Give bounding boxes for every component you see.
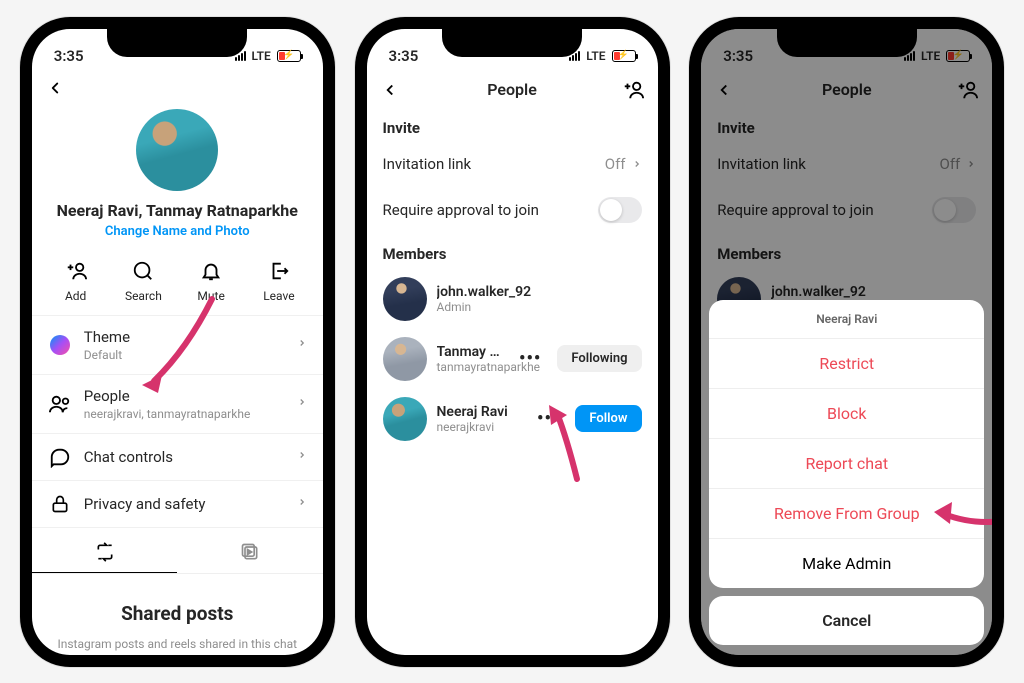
members-header: Members [367, 235, 658, 269]
search-icon [132, 259, 154, 283]
member-name: Tanmay Ratnapar... [437, 344, 503, 360]
chat-icon [48, 446, 72, 468]
invitation-link-row[interactable]: Invitation link Off [367, 143, 658, 185]
theme-title: Theme [84, 328, 285, 346]
media-icon [240, 542, 260, 562]
status-time: 3:35 [54, 47, 84, 65]
chevron-left-icon [381, 81, 399, 99]
empty-title: Shared posts [56, 602, 299, 625]
chat-controls-row[interactable]: Chat controls [32, 434, 323, 481]
phone-group-info: 3:35 LTE ⚡ Neeraj Ravi, Tanmay Ratnapark… [20, 17, 335, 667]
network-label: LTE [586, 49, 605, 63]
follow-button[interactable]: Follow [575, 405, 641, 432]
phone-people-list: 3:35 LTE ⚡ People Invite Invitation link… [355, 17, 670, 667]
network-label: LTE [252, 49, 271, 63]
avatar [383, 397, 427, 441]
member-row[interactable]: Neeraj Ravi neerajkravi ••• Follow [367, 389, 658, 449]
theme-row[interactable]: Theme Default [32, 316, 323, 375]
mute-button[interactable]: Mute [181, 259, 241, 303]
member-sub: neerajkravi [437, 420, 522, 434]
member-more-button[interactable]: ••• [531, 408, 565, 429]
status-time: 3:35 [389, 47, 419, 65]
chevron-left-icon [46, 79, 64, 97]
member-row[interactable]: john.walker_92 Admin [367, 269, 658, 329]
leave-label: Leave [263, 289, 294, 303]
chat-controls-title: Chat controls [84, 448, 285, 466]
invitation-link-label: Invitation link [383, 155, 472, 173]
action-sheet: Neeraj Ravi Restrict Block Report chat R… [709, 300, 984, 645]
people-icon [48, 393, 72, 415]
following-button[interactable]: Following [557, 345, 641, 372]
back-button[interactable] [46, 79, 74, 97]
chevron-right-icon [297, 448, 307, 466]
shared-tabs [32, 532, 323, 574]
make-admin-button[interactable]: Make Admin [709, 538, 984, 588]
leave-icon [268, 259, 290, 283]
require-approval-row[interactable]: Require approval to join [367, 185, 658, 235]
member-name: Neeraj Ravi [437, 404, 522, 420]
reshare-icon [95, 542, 115, 562]
remove-from-group-button[interactable]: Remove From Group [709, 488, 984, 538]
add-label: Add [65, 289, 86, 303]
restrict-button[interactable]: Restrict [709, 338, 984, 388]
member-sub: tanmayratnaparkhe [437, 360, 503, 374]
invitation-link-value: Off [605, 155, 626, 173]
change-name-photo-link[interactable]: Change Name and Photo [105, 224, 250, 239]
member-row[interactable]: Tanmay Ratnapar... tanmayratnaparkhe •••… [367, 329, 658, 389]
theme-sub: Default [84, 348, 285, 362]
mute-label: Mute [197, 289, 224, 303]
group-hero: Neeraj Ravi, Tanmay Ratnaparkhe Change N… [32, 105, 323, 245]
group-name: Neeraj Ravi, Tanmay Ratnaparkhe [57, 201, 298, 220]
member-sub: Admin [437, 300, 642, 314]
back-button[interactable] [381, 81, 409, 99]
add-member-button[interactable]: Add [46, 259, 106, 303]
require-approval-label: Require approval to join [383, 201, 539, 219]
tab-reshare[interactable] [32, 532, 178, 573]
search-button[interactable]: Search [113, 259, 173, 303]
nav-bar [32, 73, 323, 105]
notch [777, 29, 917, 57]
member-name: john.walker_92 [437, 284, 642, 300]
group-avatar[interactable] [136, 109, 218, 191]
search-label: Search [125, 289, 162, 303]
report-chat-button[interactable]: Report chat [709, 438, 984, 488]
chevron-right-icon [297, 336, 307, 354]
add-user-icon [64, 259, 88, 283]
tab-media[interactable] [177, 532, 323, 573]
people-row[interactable]: People neerajkravi, tanmayratnaparkhe [32, 375, 323, 434]
people-title: People [84, 387, 285, 405]
avatar [383, 337, 427, 381]
privacy-row[interactable]: Privacy and safety [32, 481, 323, 528]
add-user-icon [622, 79, 644, 101]
nav-bar: People [367, 73, 658, 109]
empty-sub: Instagram posts and reels shared in this… [56, 635, 299, 655]
notch [107, 29, 247, 57]
battery-icon: ⚡ [277, 50, 301, 62]
block-button[interactable]: Block [709, 388, 984, 438]
lock-icon [48, 493, 72, 515]
theme-icon [50, 335, 70, 355]
chevron-right-icon [297, 395, 307, 413]
privacy-title: Privacy and safety [84, 495, 285, 513]
approval-toggle[interactable] [598, 197, 642, 223]
member-more-button[interactable]: ••• [513, 348, 547, 369]
chevron-right-icon [297, 495, 307, 513]
battery-icon: ⚡ [612, 50, 636, 62]
bell-icon [200, 259, 222, 283]
notch [442, 29, 582, 57]
page-title: People [409, 80, 616, 99]
phone-action-sheet: 3:35 LTE ⚡ People Invite Invitation link… [689, 17, 1004, 667]
invite-header: Invite [367, 109, 658, 143]
people-sub: neerajkravi, tanmayratnaparkhe [84, 407, 285, 421]
quick-actions: Add Search Mute Leave [32, 245, 323, 315]
leave-button[interactable]: Leave [249, 259, 309, 303]
chevron-right-icon [632, 157, 642, 171]
action-sheet-title: Neeraj Ravi [709, 300, 984, 338]
cancel-button[interactable]: Cancel [709, 596, 984, 645]
add-person-button[interactable] [616, 79, 644, 101]
avatar [383, 277, 427, 321]
empty-state: Shared posts Instagram posts and reels s… [32, 574, 323, 655]
